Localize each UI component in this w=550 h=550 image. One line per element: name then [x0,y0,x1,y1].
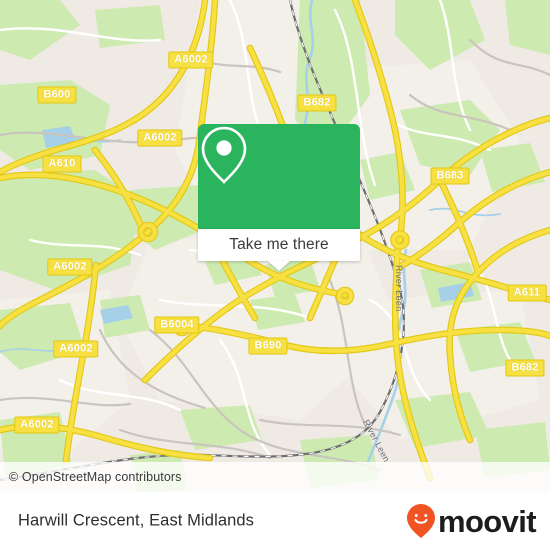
road-shield: A610 [42,155,82,173]
popup-pin-panel [198,124,360,229]
road-shield: B600 [37,86,77,104]
road-shield: A6002 [137,129,183,147]
road-shield: A6002 [14,416,60,434]
take-me-there-label: Take me there [229,236,329,253]
map-screenshot: A6002 B600 B682 A6002 A610 B683 A6002 A611 B6004… [0,0,550,550]
road-shield: A6002 [47,258,93,276]
river-label: River Leen [394,265,404,312]
road-shield: A6002 [168,51,214,69]
footer-bar: Harwill Crescent, East Midlands moovit [0,492,550,550]
popup-pointer-tail [268,261,290,271]
road-shield: B690 [248,337,288,355]
road-shield: B682 [297,94,337,112]
osm-attribution-text: © OpenStreetMap contributors [9,470,182,484]
take-me-there-button[interactable]: Take me there [198,229,360,271]
road-shield: B682 [505,359,545,377]
road-shield: A611 [507,284,547,302]
moovit-wordmark: moovit [437,503,537,539]
road-shield: A6002 [53,340,99,358]
destination-popup[interactable]: Take me there [198,124,360,271]
moovit-smiley-pin-icon [406,504,435,538]
moovit-logo[interactable]: moovit [406,503,537,539]
osm-attribution[interactable]: © OpenStreetMap contributors [0,462,550,492]
map-pin-icon [201,126,247,184]
road-shield: B683 [430,167,470,185]
map-canvas[interactable]: A6002 B600 B682 A6002 A610 B683 A6002 A611 B6004… [0,0,550,492]
road-shield: B6004 [154,316,200,334]
location-title: Harwill Crescent, East Midlands [18,511,255,530]
